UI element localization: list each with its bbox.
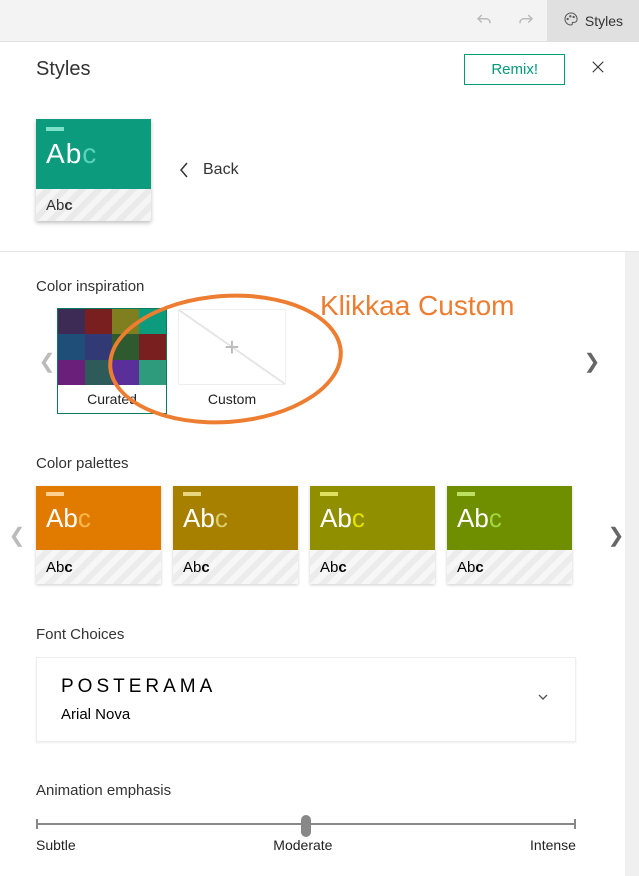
chevron-left-icon: ❮ [36,316,58,406]
ci-label: Curated [58,385,166,413]
tab-styles-label: Styles [585,13,623,29]
panel-preview-row: Abc Abc Back [0,97,639,252]
font-choice-card[interactable]: POSTERAMA Arial Nova [36,657,576,742]
palette-icon [563,11,579,30]
section-title-animation-emphasis: Animation emphasis [36,782,603,799]
close-icon[interactable] [583,52,613,88]
color-inspiration-custom[interactable]: +Custom [178,309,286,413]
section-title-font-choices: Font Choices [36,626,603,643]
plus-icon: + [178,309,286,385]
palette-footer: Abc [310,550,435,584]
ci-label: Custom [178,385,286,413]
palette-card-3[interactable]: AbcAbc [447,486,572,584]
section-title-color-inspiration: Color inspiration [36,278,603,295]
palette-footer: Abc [447,550,572,584]
chevron-right-icon[interactable]: ❯ [581,316,603,406]
font-primary: POSTERAMA [61,676,216,698]
palette-card-1[interactable]: AbcAbc [173,486,298,584]
back-button[interactable]: Back [179,161,239,179]
slider-label-intense: Intense [530,837,576,853]
palette-footer: Abc [173,550,298,584]
font-secondary: Arial Nova [61,706,216,723]
palette-card-2[interactable]: AbcAbc [310,486,435,584]
chevron-right-icon[interactable]: ❯ [605,490,627,580]
scrollbar-thumb[interactable] [627,256,637,486]
app-topbar: Styles [0,0,639,42]
panel-content: Color inspiration ❮ Curated+Custom ❯ Kli… [0,252,639,876]
slider-label-subtle: Subtle [36,837,76,853]
undo-icon [463,0,505,41]
current-style-swatch: Abc Abc [36,119,151,221]
chevron-down-icon [535,689,551,710]
color-inspiration-picker: ❮ Curated +Custom ❯ [36,309,603,413]
redo-icon [505,0,547,41]
back-label: Back [203,161,239,179]
color-palettes-picker: ❮ AbcAbcAbcAbcAbcAbcAbcAbc ❯ [36,486,603,584]
slider-label-moderate: Moderate [273,837,332,853]
section-title-color-palettes: Color palettes [36,455,603,472]
color-inspiration-curated[interactable]: Curated [58,309,166,413]
animation-slider[interactable]: Subtle Moderate Intense [36,813,576,853]
panel-title: Styles [36,58,90,81]
chevron-left-icon: ❮ [6,490,28,580]
remix-button[interactable]: Remix! [464,54,565,85]
palette-card-0[interactable]: AbcAbc [36,486,161,584]
swatch-footer: Abc [36,189,151,221]
panel-header: Styles Remix! [0,42,639,97]
palette-footer: Abc [36,550,161,584]
slider-thumb[interactable] [301,815,311,837]
tab-styles[interactable]: Styles [547,0,639,41]
